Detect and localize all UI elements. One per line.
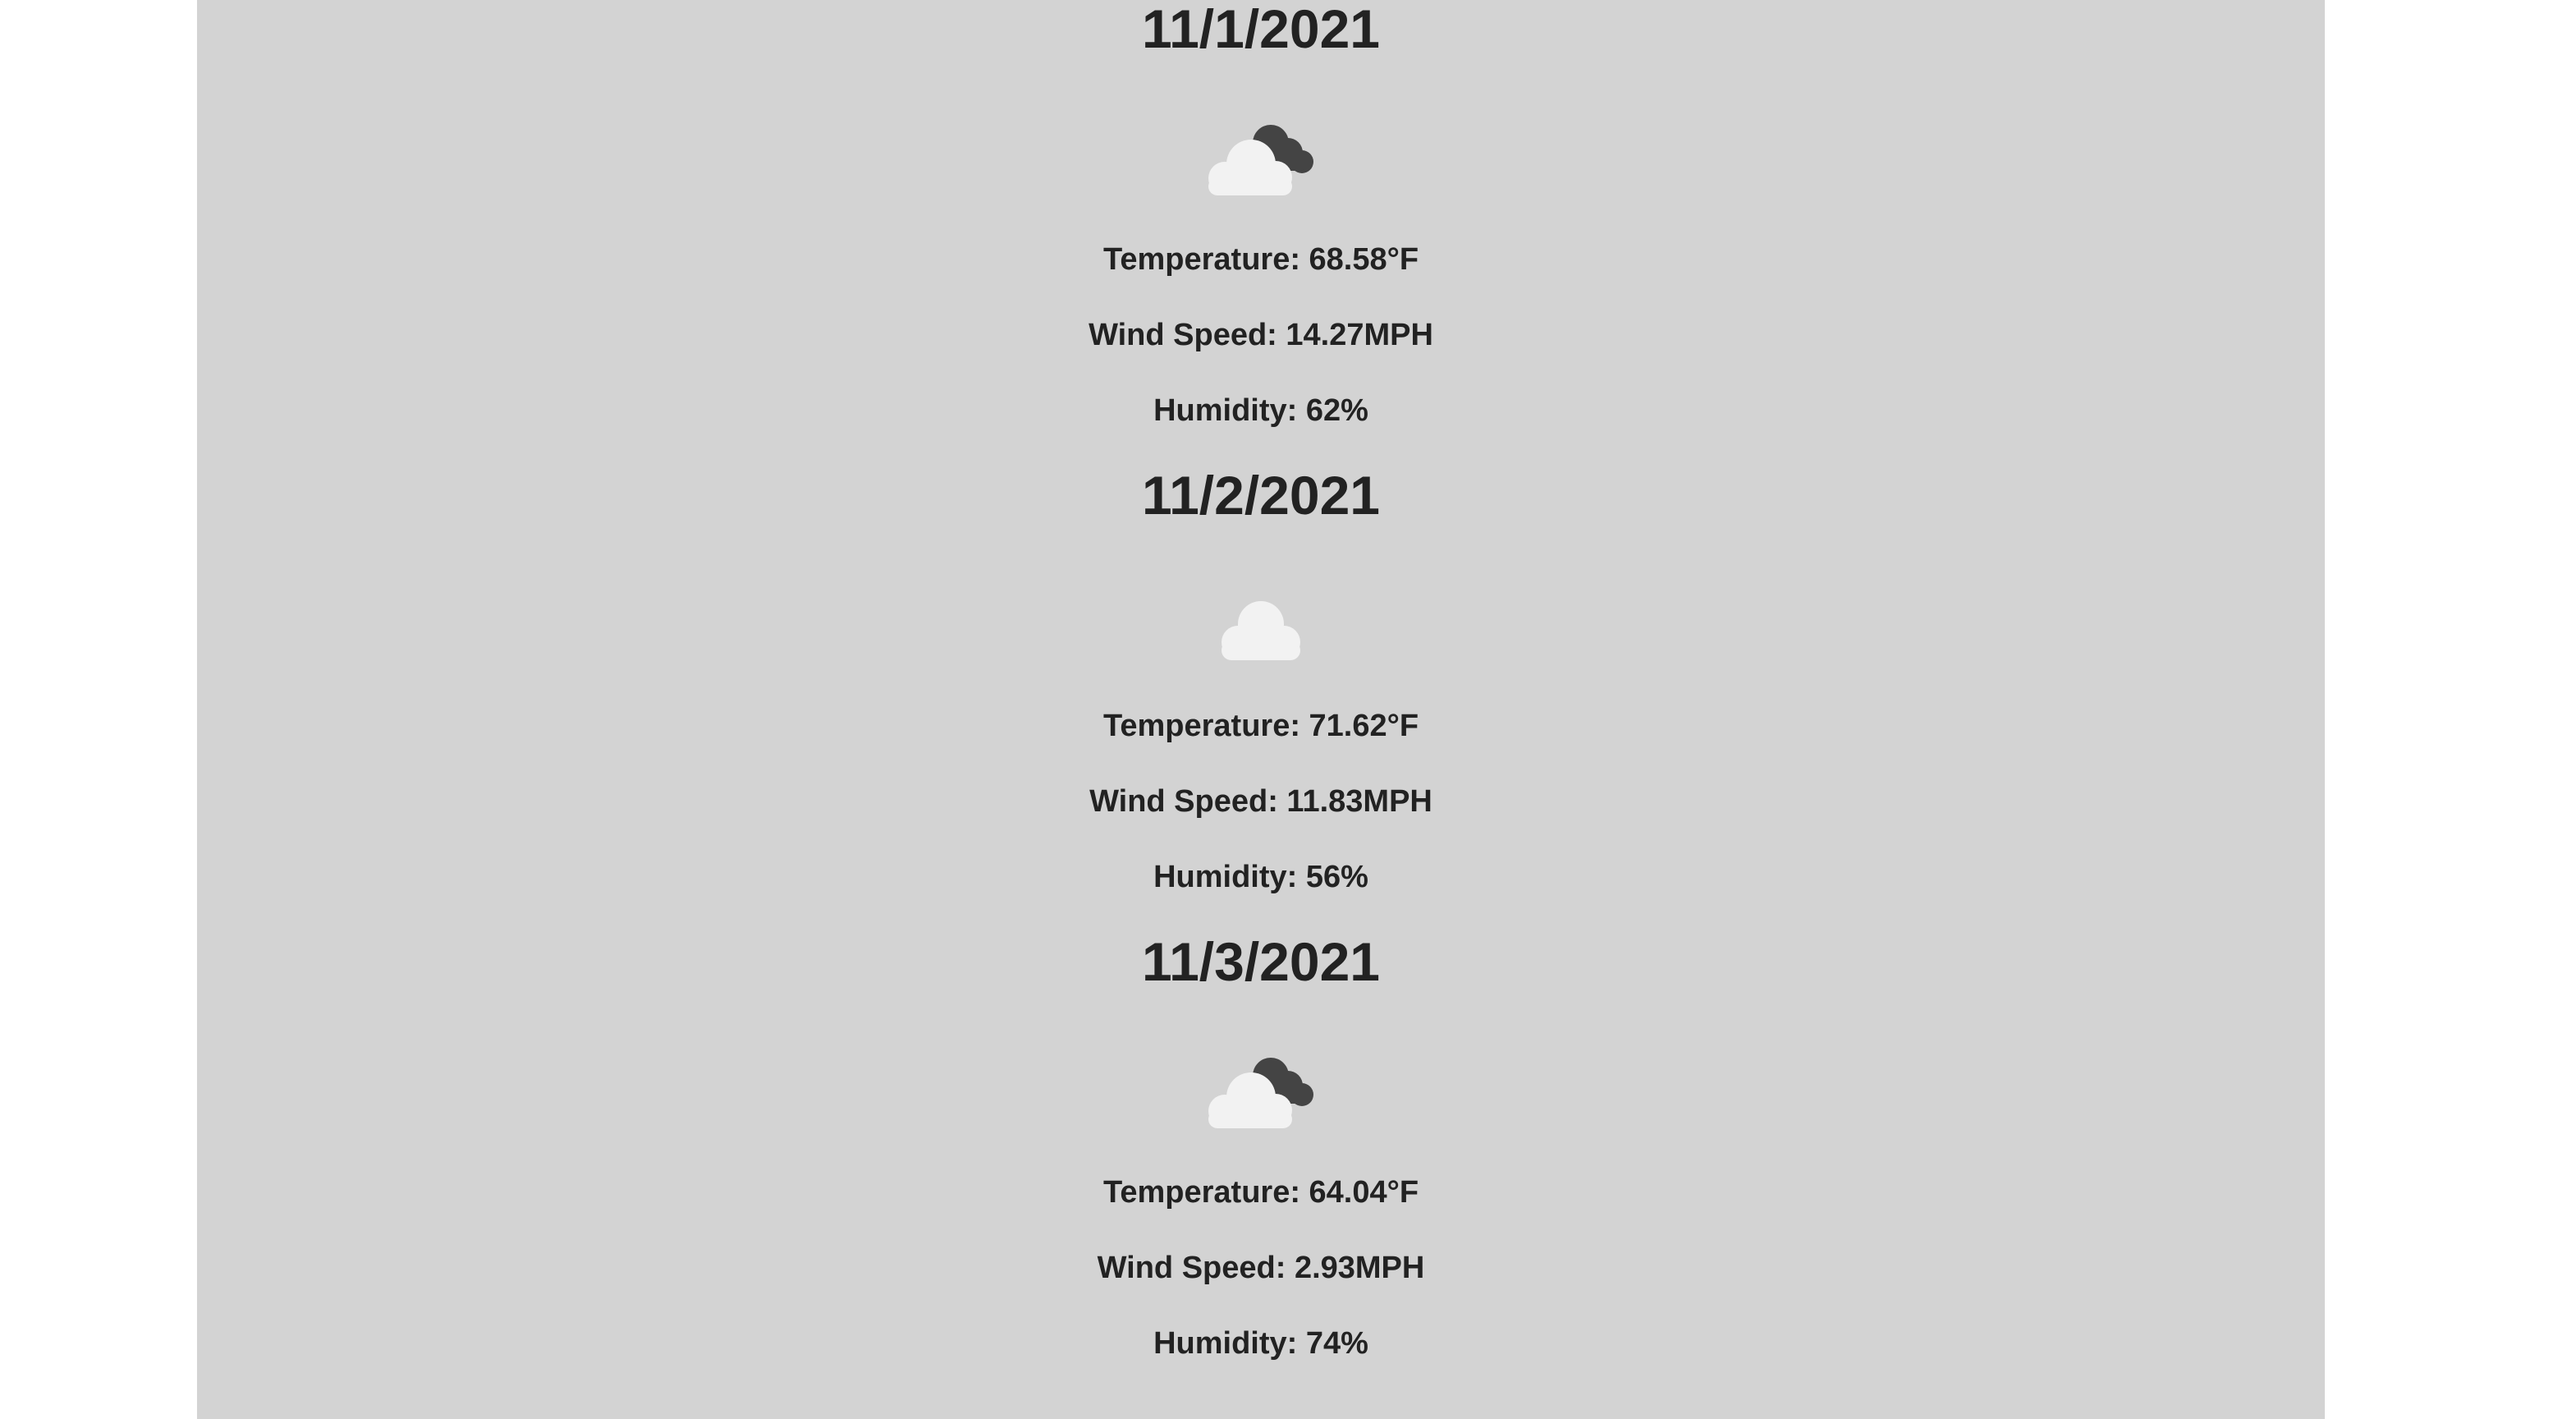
wind-speed-label: Wind Speed: 11.83MPH bbox=[1089, 784, 1432, 819]
forecast-panel: 11/1/2021 Temperature: 68.58°F Wind Spee… bbox=[197, 0, 2325, 1419]
cloud-icon bbox=[1203, 583, 1318, 665]
temperature-label: Temperature: 64.04°F bbox=[1102, 1175, 1419, 1210]
forecast-day: 11/2/2021 Temperature: 71.62°F Wind Spee… bbox=[197, 468, 2325, 935]
forecast-day: 11/1/2021 Temperature: 68.58°F Wind Spee… bbox=[197, 2, 2325, 468]
wind-speed-label: Wind Speed: 14.27MPH bbox=[1089, 318, 1433, 352]
temperature-label: Temperature: 71.62°F bbox=[1102, 709, 1419, 743]
forecast-day: 11/3/2021 Temperature: 64.04°F Wind Spee… bbox=[197, 935, 2325, 1401]
wind-speed-label: Wind Speed: 2.93MPH bbox=[1097, 1251, 1425, 1285]
forecast-date: 11/3/2021 bbox=[1142, 931, 1380, 992]
temperature-label: Temperature: 68.58°F bbox=[1102, 242, 1419, 277]
forecast-date: 11/2/2021 bbox=[1142, 465, 1380, 526]
humidity-label: Humidity: 74% bbox=[1153, 1326, 1368, 1361]
partly-cloudy-icon bbox=[1203, 117, 1318, 199]
forecast-date: 11/1/2021 bbox=[1142, 0, 1380, 59]
humidity-label: Humidity: 56% bbox=[1153, 860, 1368, 894]
humidity-label: Humidity: 62% bbox=[1153, 393, 1368, 428]
partly-cloudy-icon bbox=[1203, 1049, 1318, 1132]
